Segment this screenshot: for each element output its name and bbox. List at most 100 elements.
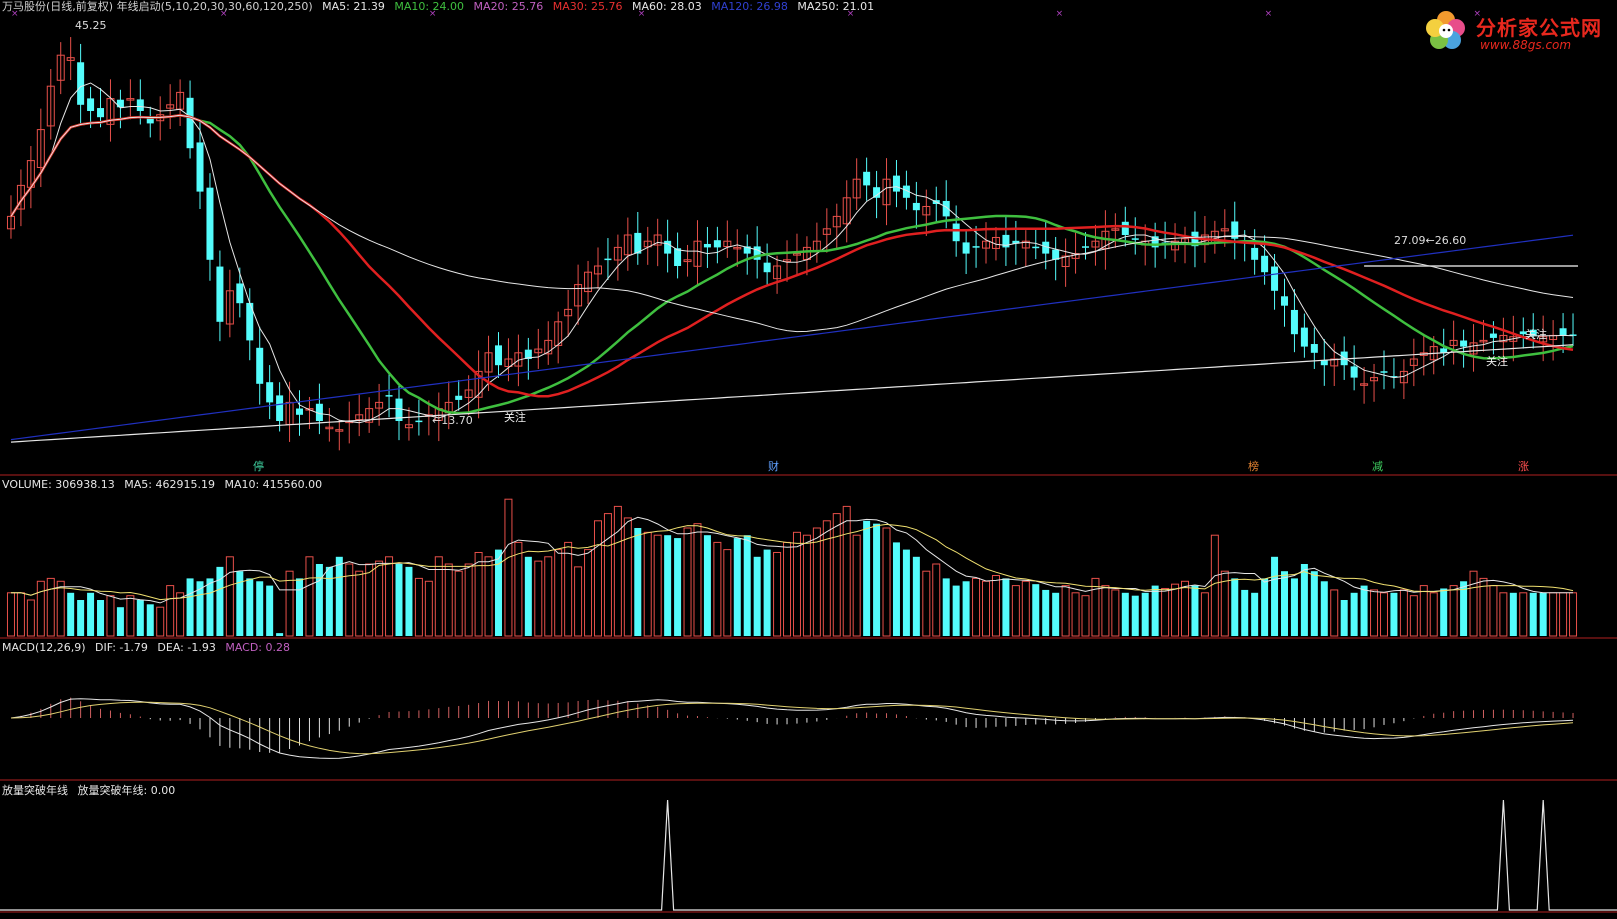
price-candle <box>146 118 154 124</box>
volume-bar <box>276 633 284 636</box>
volume-bar <box>554 549 563 637</box>
volume-bar <box>792 531 801 637</box>
price-candle <box>1310 344 1318 353</box>
volume-bar <box>345 563 354 637</box>
volume-bar <box>613 505 622 637</box>
logo-text: 分析家公式网 <box>1476 16 1602 40</box>
volume-bar <box>982 580 991 637</box>
volume-bar <box>1290 578 1298 636</box>
price-candle <box>962 242 970 254</box>
volume-bar <box>365 563 374 637</box>
price-candle <box>136 99 144 111</box>
price-candle <box>952 223 960 242</box>
volume-bar <box>902 549 910 636</box>
volume-bar <box>6 592 15 637</box>
volume-bar <box>1141 592 1149 636</box>
marker-finance: 财 <box>768 460 779 473</box>
volume-bar <box>206 578 214 636</box>
volume-bar <box>852 534 861 637</box>
volume-bar <box>1081 595 1090 637</box>
volume-bar <box>106 595 115 637</box>
volume-bar <box>514 541 523 637</box>
volume-bar <box>1489 585 1498 637</box>
low-price-label: ←13.70 <box>432 414 473 427</box>
volume-bar <box>812 527 821 637</box>
volume-bar <box>305 556 314 637</box>
price-candle <box>972 246 980 248</box>
marker-rise: 涨 <box>1518 460 1529 473</box>
volume-bar <box>504 498 513 637</box>
ma60-line <box>10 114 1574 333</box>
site-logo: 分析家公式网 www.88gs.com <box>1420 6 1612 54</box>
volume-bar <box>713 541 722 637</box>
ma10-label: MA10: 24.00 <box>394 0 465 13</box>
volume-bar <box>116 607 124 636</box>
volume-bar <box>236 571 244 636</box>
volume-bar <box>484 556 493 637</box>
price-candle <box>494 345 502 366</box>
volume-bar <box>296 578 304 636</box>
volume-bar <box>1191 585 1199 636</box>
volume-ma10-line <box>11 523 1574 601</box>
volume-bar <box>991 575 1000 637</box>
volume-bar <box>256 581 264 636</box>
volume-bar <box>1449 585 1458 637</box>
volume-bar <box>1042 589 1050 636</box>
volume-bar <box>942 578 950 636</box>
price-candle <box>604 258 612 261</box>
volume-bar <box>922 570 931 637</box>
volume-bar <box>225 556 234 637</box>
signal-header: 放量突破年线 放量突破年线: 0.00 <box>2 784 181 798</box>
price-candle <box>206 187 214 260</box>
volume-bar <box>1200 592 1209 637</box>
volume-bar <box>703 535 711 636</box>
price-candle <box>186 97 194 149</box>
ma20-line <box>9 114 1574 415</box>
volume-bar <box>1111 589 1120 637</box>
volume-ma5-line <box>11 516 1573 604</box>
volume-bar <box>26 599 35 637</box>
price-candle <box>1082 246 1090 248</box>
volume-bar <box>166 585 175 637</box>
macd-dea: DEA: -1.93 <box>157 641 216 654</box>
ma20-label: MA20: 25.76 <box>473 0 544 13</box>
volume-bar <box>67 592 75 636</box>
volume-bar <box>424 580 433 637</box>
volume-bar <box>186 578 194 636</box>
volume-bar <box>832 513 841 637</box>
volume-bar <box>395 564 403 636</box>
logo-url: www.88gs.com <box>1480 38 1572 52</box>
price-candle <box>87 98 95 111</box>
volume-bar <box>1469 570 1478 637</box>
volume-bar <box>564 541 573 637</box>
ma120-label: MA120: 26.98 <box>711 0 788 13</box>
volume-bar <box>863 520 871 636</box>
volume-bar <box>1121 592 1129 636</box>
macd-title: MACD(12,26,9) <box>2 641 86 654</box>
volume-bar <box>1210 534 1219 637</box>
ma250-label: MA250: 21.01 <box>797 0 875 13</box>
volume-bar <box>1101 585 1110 637</box>
volume-bar <box>1549 592 1558 637</box>
price-candle <box>296 408 304 415</box>
price-candle <box>763 262 771 273</box>
volume-bar <box>802 534 811 637</box>
volume-bar <box>1539 592 1547 636</box>
price-candle <box>1290 309 1298 335</box>
volume-ma10: MA10: 415560.00 <box>224 478 323 491</box>
volume-bar <box>1032 584 1040 636</box>
volume-bar <box>355 570 364 637</box>
volume-bar <box>1340 600 1348 636</box>
high-price-label: 45.25 <box>75 19 107 32</box>
top-marker: × <box>1265 9 1273 19</box>
volume-bar <box>1370 589 1379 637</box>
price-candle <box>1251 247 1259 260</box>
volume-bar <box>1499 592 1508 637</box>
volume-bar <box>1300 564 1308 636</box>
marker-stop: 停 <box>253 460 264 473</box>
price-candle <box>1460 340 1468 347</box>
volume-bar <box>464 563 473 637</box>
volume-bar <box>1509 592 1517 636</box>
price-candle <box>1121 221 1129 235</box>
volume-bar <box>1350 592 1358 636</box>
